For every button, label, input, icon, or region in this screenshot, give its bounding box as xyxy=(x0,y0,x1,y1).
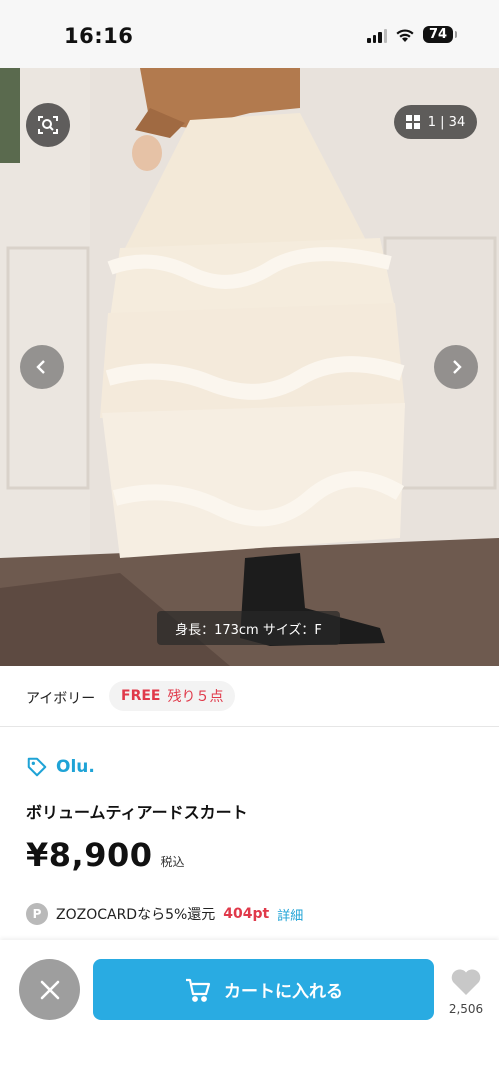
points-detail-link[interactable]: 詳細 xyxy=(277,905,303,924)
close-button[interactable] xyxy=(19,959,80,1020)
status-time: 16:16 xyxy=(64,24,134,48)
size-label: FREE xyxy=(121,688,161,704)
model-size-caption: 身長：173cm サイズ：F xyxy=(157,611,340,645)
points-amount: 404pt xyxy=(223,906,270,922)
points-row: P ZOZOCARDなら5%還元 404pt 詳細 xyxy=(26,903,303,925)
add-to-cart-label: カートに入れる xyxy=(224,982,343,1002)
status-icons: 74 xyxy=(367,26,457,43)
variant-row: アイボリー FREE 残り５点 xyxy=(0,666,499,727)
heart-icon xyxy=(451,969,481,995)
brand-name: Olu. xyxy=(56,757,95,777)
next-image-button[interactable] xyxy=(434,345,478,389)
tag-icon xyxy=(27,757,47,777)
product-photo xyxy=(0,68,499,666)
image-counter: 1 | 34 xyxy=(427,114,466,130)
chevron-left-icon xyxy=(36,360,45,374)
signal-icon xyxy=(367,27,387,43)
grid-icon xyxy=(405,115,420,129)
stock-label: 残り５点 xyxy=(167,689,224,705)
visual-search-icon xyxy=(38,116,58,134)
price-row: ¥8,900 税込 xyxy=(26,836,185,874)
points-text: ZOZOCARDなら5%還元 xyxy=(56,907,216,923)
product-image[interactable]: 1 | 34 身長：173cm サイズ：F xyxy=(0,68,499,666)
favorite-button[interactable]: 2,506 xyxy=(446,968,486,1016)
price: ¥8,900 xyxy=(26,836,153,874)
favorite-count: 2,506 xyxy=(448,1002,484,1016)
battery-icon: 74 xyxy=(423,26,457,43)
cart-icon xyxy=(186,978,211,1002)
add-to-cart-button[interactable]: カートに入れる xyxy=(93,959,434,1020)
size-chip[interactable]: FREE 残り５点 xyxy=(109,681,236,711)
close-icon xyxy=(40,980,59,999)
color-label: アイボリー xyxy=(26,691,96,707)
image-counter-button[interactable]: 1 | 34 xyxy=(394,105,477,139)
bottom-action-bar: カートに入れる 2,506 xyxy=(0,940,499,1080)
status-bar: 16:16 74 xyxy=(0,0,499,68)
tax-label: 税込 xyxy=(160,855,185,869)
wifi-icon xyxy=(396,28,414,42)
previous-image-button[interactable] xyxy=(20,345,64,389)
product-name: ボリュームティアードスカート xyxy=(26,803,248,822)
chevron-right-icon xyxy=(453,360,462,374)
visual-search-button[interactable] xyxy=(26,103,70,147)
brand-link[interactable]: Olu. xyxy=(26,756,95,778)
points-badge-icon: P xyxy=(26,903,48,925)
